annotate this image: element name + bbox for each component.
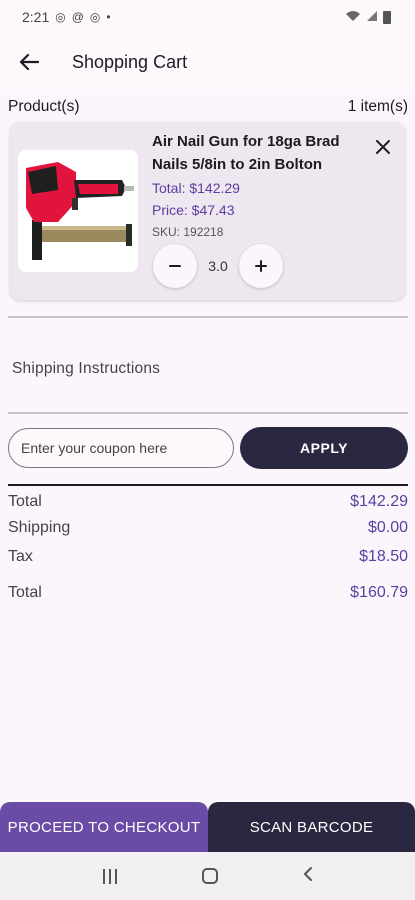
cart-content: Product(s) 1 item(s) Air Nail Gun for 18… [0,90,415,800]
status-time: 2:21 [22,9,50,25]
remove-item-button[interactable] [372,138,394,160]
cart-item-card: Air Nail Gun for 18ga Brad Nails 5/8in t… [10,122,405,300]
quantity-value: 3.0 [208,258,228,274]
minus-icon [169,265,181,267]
coupon-input[interactable] [8,428,234,468]
product-total: Total: $142.29 [152,180,240,196]
divider [8,316,408,318]
divider [8,412,408,414]
bottom-action-bar: PROCEED TO CHECKOUT SCAN BARCODE [0,802,415,852]
threads-icon: @ [71,10,84,24]
wifi-icon [345,10,361,25]
items-count: 1 item(s) [347,98,408,115]
notification-dot: • [106,10,111,24]
summary-row-grand-total: Total $160.79 [8,583,408,603]
system-nav-bar [0,852,415,900]
battery-icon [383,10,391,24]
back-button[interactable] [0,34,58,90]
summary-value: $160.79 [350,584,408,601]
summary-row-tax: Tax $18.50 [8,547,408,567]
close-icon [376,140,390,154]
product-image [18,150,138,272]
chevron-left-icon [303,866,312,881]
summary-value: $142.29 [350,493,408,510]
decrease-quantity-button[interactable] [153,244,197,288]
increase-quantity-button[interactable] [239,244,283,288]
home-button[interactable] [201,868,218,884]
nail-gun-image [18,150,138,272]
recents-icon-bar [108,868,111,884]
recents-button[interactable] [102,868,117,884]
system-back-button[interactable] [303,865,313,888]
summary-label: Shipping [8,519,71,536]
summary-label: Tax [8,548,33,565]
status-bar: 2:21 ◎ @ ◎ • [0,0,415,34]
summary-label: Total [8,493,42,510]
products-header: Product(s) 1 item(s) [8,98,408,116]
products-label: Product(s) [8,98,80,115]
instagram-icon-2: ◎ [89,10,101,24]
summary-row-total: Total $142.29 [8,492,408,512]
product-price: Price: $47.43 [152,202,235,218]
summary-label: Total [8,584,42,601]
summary-value: $0.00 [367,519,408,536]
shipping-instructions-field[interactable]: Shipping Instructions [12,360,160,378]
product-sku: SKU: 192218 [152,225,224,239]
signal-icon [366,10,378,25]
divider [8,484,408,486]
product-name[interactable]: Air Nail Gun for 18ga Brad Nails 5/8in t… [152,130,367,176]
status-left: 2:21 ◎ @ ◎ • [22,9,111,25]
summary-value: $18.50 [359,548,408,565]
recents-icon-bar [114,868,117,884]
page-title: Shopping Cart [72,51,188,72]
proceed-to-checkout-button[interactable]: PROCEED TO CHECKOUT [0,802,208,852]
instagram-icon: ◎ [55,10,66,24]
status-right [345,10,391,25]
recents-icon [102,868,105,884]
apply-coupon-button[interactable]: APPLY [240,427,408,469]
arrow-left-icon [19,53,39,71]
scan-barcode-button[interactable]: SCAN BARCODE [208,802,415,852]
summary-row-shipping: Shipping $0.00 [8,518,408,538]
plus-icon [255,260,267,272]
app-bar: Shopping Cart [0,34,415,90]
